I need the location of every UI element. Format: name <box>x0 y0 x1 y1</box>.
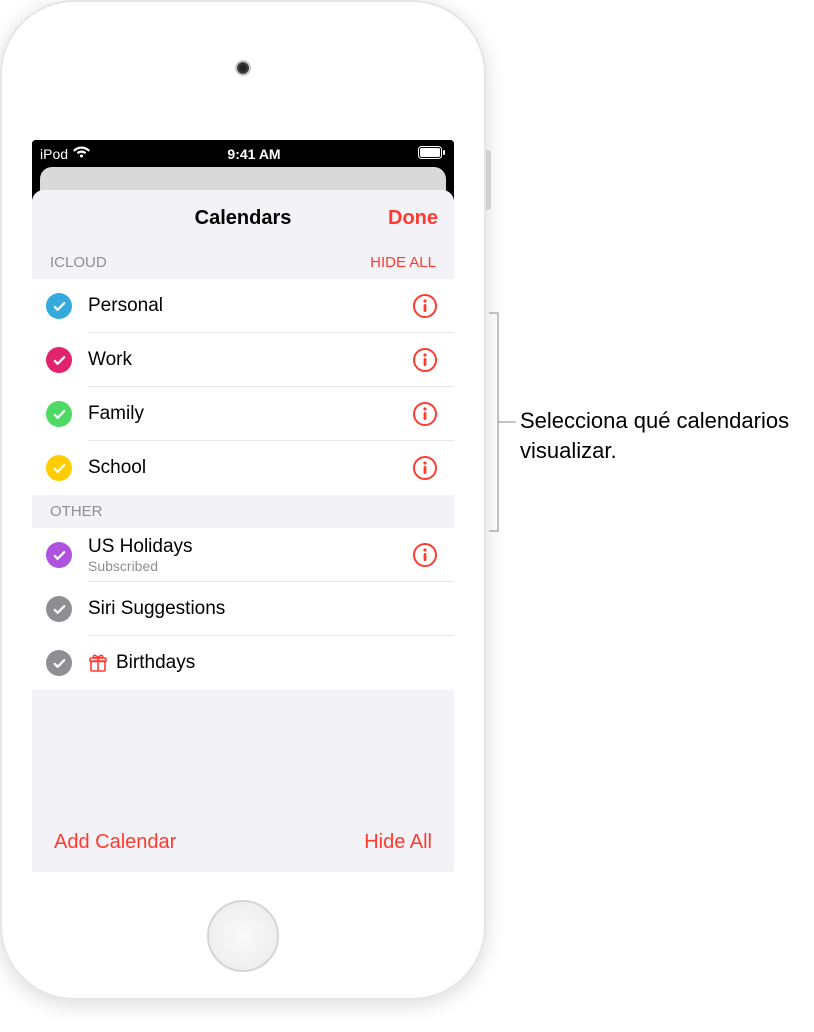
calendar-label: Personal <box>88 295 412 317</box>
battery-icon <box>418 146 446 162</box>
callout-bracket <box>488 312 518 532</box>
calendar-row-siri-suggestions[interactable]: Siri Suggestions <box>32 582 454 636</box>
checkmark-icon <box>46 347 72 373</box>
section-header-other: OTHER <box>32 495 454 528</box>
carrier-label: iPod <box>40 146 68 162</box>
section-label: ICLOUD <box>50 254 107 271</box>
calendar-row-personal[interactable]: Personal <box>32 279 454 333</box>
calendar-sublabel: Subscribed <box>88 558 412 574</box>
calendar-label: School <box>88 457 412 479</box>
screen: iPod 9:41 AM Calendars Done ICLOUD HI <box>32 140 454 872</box>
calendar-row-school[interactable]: School <box>32 441 454 495</box>
status-bar: iPod 9:41 AM <box>32 140 454 167</box>
calendar-row-us-holidays[interactable]: US Holidays Subscribed <box>32 528 454 582</box>
wifi-icon <box>73 146 90 162</box>
sheet-title: Calendars <box>195 207 292 230</box>
home-button[interactable] <box>207 900 279 972</box>
sheet-header: Calendars Done <box>32 190 454 246</box>
hide-all-button[interactable]: Hide All <box>364 831 432 854</box>
calendar-label: US Holidays <box>88 536 412 558</box>
calendars-sheet: Calendars Done ICLOUD HIDE ALL Personal <box>32 190 454 872</box>
calendar-label: Birthdays <box>116 652 438 674</box>
sheet-footer: Add Calendar Hide All <box>32 813 454 872</box>
calendar-label: Siri Suggestions <box>88 598 438 620</box>
section-label: OTHER <box>50 503 103 520</box>
add-calendar-button[interactable]: Add Calendar <box>54 831 176 854</box>
checkmark-icon <box>46 542 72 568</box>
front-camera <box>235 60 251 76</box>
hide-all-icloud-button[interactable]: HIDE ALL <box>370 254 436 271</box>
done-button[interactable]: Done <box>388 207 438 230</box>
callout-text: Selecciona qué calendarios visualizar. <box>520 406 814 465</box>
calendar-label: Family <box>88 403 412 425</box>
checkmark-icon <box>46 650 72 676</box>
checkmark-icon <box>46 596 72 622</box>
info-button[interactable] <box>412 347 438 373</box>
calendar-row-birthdays[interactable]: Birthdays <box>32 636 454 690</box>
gift-icon <box>88 653 108 673</box>
info-button[interactable] <box>412 542 438 568</box>
section-header-icloud: ICLOUD HIDE ALL <box>32 246 454 279</box>
clock-label: 9:41 AM <box>227 146 280 162</box>
calendar-label: Work <box>88 349 412 371</box>
info-button[interactable] <box>412 401 438 427</box>
checkmark-icon <box>46 455 72 481</box>
icloud-list: Personal Work <box>32 279 454 495</box>
checkmark-icon <box>46 293 72 319</box>
other-list: US Holidays Subscribed Siri Suggestions <box>32 528 454 690</box>
info-button[interactable] <box>412 455 438 481</box>
device-frame: iPod 9:41 AM Calendars Done ICLOUD HI <box>0 0 486 1000</box>
calendar-row-work[interactable]: Work <box>32 333 454 387</box>
calendar-row-family[interactable]: Family <box>32 387 454 441</box>
checkmark-icon <box>46 401 72 427</box>
info-button[interactable] <box>412 293 438 319</box>
